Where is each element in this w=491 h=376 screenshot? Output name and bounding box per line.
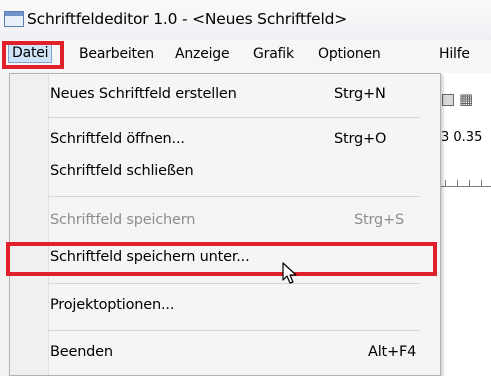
menu-item-open[interactable]: Schriftfeld öffnen... bbox=[50, 131, 185, 147]
menu-separator bbox=[48, 117, 420, 118]
menu-item-save: Schriftfeld speichern bbox=[50, 212, 196, 228]
window-titlebar: Schriftfeldeditor 1.0 - <Neues Schriftfe… bbox=[0, 0, 491, 41]
grid-icon[interactable]: ▦ bbox=[459, 90, 473, 108]
save-as-emphasis-frame bbox=[6, 242, 437, 276]
menubar: Datei Bearbeiten Anzeige Grafik Optionen… bbox=[0, 40, 491, 73]
shortcut-save: Strg+S bbox=[354, 212, 404, 228]
shortcut-open: Strg+O bbox=[334, 131, 387, 147]
menu-item-exit[interactable]: Beenden bbox=[50, 344, 113, 360]
line-width-field[interactable]: 3 0.35 bbox=[441, 130, 482, 145]
menu-item-close[interactable]: Schriftfeld schließen bbox=[50, 163, 194, 179]
menu-separator bbox=[48, 330, 420, 331]
menu-separator bbox=[48, 283, 420, 284]
menu-grafik[interactable]: Grafik bbox=[253, 46, 294, 62]
shortcut-new: Strg+N bbox=[334, 86, 386, 102]
toolbar-square-icon[interactable] bbox=[442, 94, 454, 106]
menu-bearbeiten[interactable]: Bearbeiten bbox=[79, 46, 154, 62]
menu-icon-gutter bbox=[10, 74, 49, 375]
datei-emphasis-frame bbox=[2, 41, 64, 69]
menu-item-new[interactable]: Neues Schriftfeld erstellen bbox=[50, 86, 237, 102]
ruler bbox=[441, 176, 491, 187]
shortcut-exit: Alt+F4 bbox=[368, 344, 417, 360]
menu-hilfe[interactable]: Hilfe bbox=[439, 46, 470, 62]
window-title: Schriftfeldeditor 1.0 - <Neues Schriftfe… bbox=[27, 10, 348, 28]
menu-anzeige[interactable]: Anzeige bbox=[175, 46, 230, 62]
menu-item-project-options[interactable]: Projektoptionen... bbox=[50, 297, 174, 313]
menu-separator bbox=[48, 196, 420, 197]
menu-optionen[interactable]: Optionen bbox=[318, 46, 381, 62]
editor-area bbox=[440, 73, 491, 376]
mouse-pointer-icon bbox=[282, 262, 297, 284]
app-window-icon bbox=[4, 11, 24, 27]
